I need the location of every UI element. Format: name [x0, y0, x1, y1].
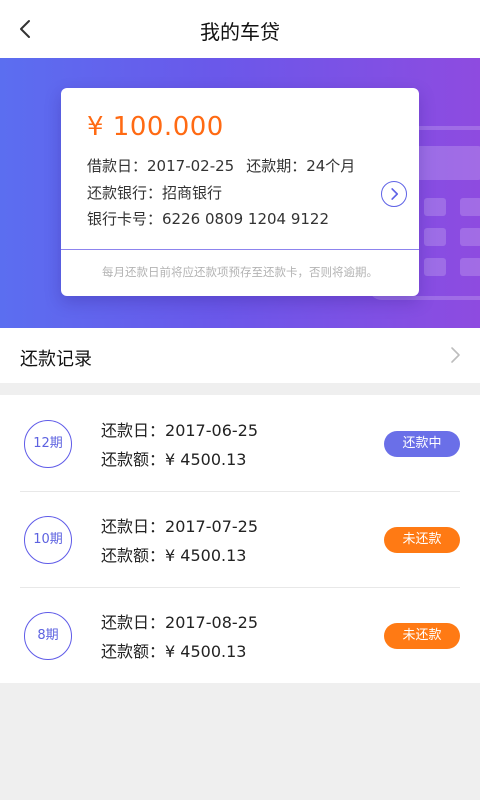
- period-badge: 12期: [24, 420, 72, 468]
- list-item: 12期 还款日：2017-06-25 还款额：¥ 4500.13 还款中: [0, 395, 480, 491]
- status-button-repaying[interactable]: 还款中: [384, 431, 460, 457]
- due-amount-value: ¥ 4500.13: [165, 546, 247, 565]
- status-button-unpaid[interactable]: 未还款: [384, 527, 460, 553]
- due-date-value: 2017-08-25: [165, 613, 258, 632]
- loan-date-term-row: 借款日：2017-02-25 还款期：24个月: [87, 155, 355, 176]
- due-date-value: 2017-07-25: [165, 517, 258, 536]
- page-title: 我的车贷: [200, 20, 280, 44]
- due-amount-row: 还款额：¥ 4500.13: [101, 638, 246, 662]
- repayment-records-row[interactable]: 还款记录: [0, 328, 480, 383]
- due-amount-label: 还款额：: [101, 642, 166, 661]
- due-amount-row: 还款额：¥ 4500.13: [101, 542, 246, 566]
- card-divider: [61, 249, 419, 250]
- due-date-label: 还款日：: [101, 517, 166, 536]
- due-amount-label: 还款额：: [101, 546, 166, 565]
- loan-amount: ¥ 100.000: [87, 112, 224, 142]
- repayment-notice: 每月还款日前将应还款项预存至还款卡，否则将逾期。: [102, 265, 378, 279]
- list-item: 8期 还款日：2017-08-25 还款额：¥ 4500.13 未还款: [0, 587, 480, 683]
- repayment-records-title: 还款记录: [20, 349, 92, 370]
- chevron-right-icon: [451, 347, 460, 363]
- due-date-row: 还款日：2017-07-25: [101, 513, 258, 537]
- due-amount-label: 还款额：: [101, 450, 166, 469]
- list-item: 10期 还款日：2017-07-25 还款额：¥ 4500.13 未还款: [0, 491, 480, 587]
- repayment-list: 12期 还款日：2017-06-25 还款额：¥ 4500.13 还款中 10期…: [0, 395, 480, 683]
- status-button-unpaid[interactable]: 未还款: [384, 623, 460, 649]
- loan-date-value: 2017-02-25: [147, 157, 235, 175]
- due-date-value: 2017-06-25: [165, 421, 258, 440]
- due-date-label: 还款日：: [101, 421, 166, 440]
- card-number-value: 6226 0809 1204 9122: [162, 210, 330, 228]
- bank-row: 还款银行：招商银行: [87, 182, 222, 203]
- card-number-row: 银行卡号：6226 0809 1204 9122: [87, 208, 329, 229]
- due-date-row: 还款日：2017-06-25: [101, 417, 258, 441]
- term-value: 24个月: [306, 157, 356, 175]
- bank-value: 招商银行: [162, 184, 223, 202]
- due-amount-value: ¥ 4500.13: [165, 642, 247, 661]
- due-amount-value: ¥ 4500.13: [165, 450, 247, 469]
- due-date-label: 还款日：: [101, 613, 166, 632]
- loan-date-label: 借款日：: [87, 157, 148, 175]
- card-number-label: 银行卡号：: [87, 210, 163, 228]
- loan-info-card: ¥ 100.000 借款日：2017-02-25 还款期：24个月 还款银行：招商…: [61, 88, 419, 296]
- top-navbar: 我的车贷: [0, 0, 480, 58]
- period-badge: 10期: [24, 516, 72, 564]
- bank-label: 还款银行：: [87, 184, 163, 202]
- period-badge: 8期: [24, 612, 72, 660]
- due-amount-row: 还款额：¥ 4500.13: [101, 446, 246, 470]
- due-date-row: 还款日：2017-08-25: [101, 609, 258, 633]
- chevron-right-circle-icon[interactable]: [381, 181, 407, 207]
- term-label: 还款期：: [246, 157, 307, 175]
